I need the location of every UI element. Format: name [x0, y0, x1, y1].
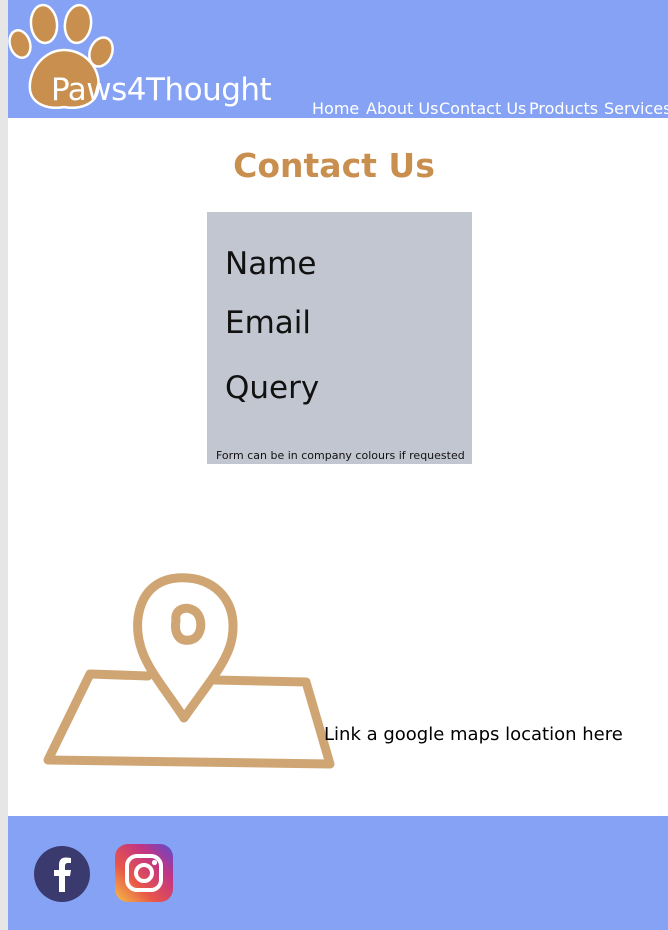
nav-about-us[interactable]: About Us — [366, 99, 438, 118]
instagram-icon[interactable] — [115, 844, 173, 902]
name-field[interactable]: Name — [225, 246, 316, 282]
site-footer — [8, 816, 668, 930]
contact-form: Name Email Query Form can be in company … — [207, 212, 472, 464]
nav-services[interactable]: Services — [604, 99, 668, 118]
nav-products[interactable]: Products — [529, 99, 598, 118]
email-field[interactable]: Email — [225, 305, 311, 341]
site-header: Paws4Thought Home About Us Contact Us Pr… — [8, 0, 668, 118]
brand-name[interactable]: Paws4Thought — [51, 72, 272, 108]
nav-home[interactable]: Home — [312, 99, 359, 118]
form-note: Form can be in company colours if reques… — [216, 449, 465, 462]
nav-contact-us[interactable]: Contact Us — [439, 99, 526, 118]
page-edge — [0, 0, 8, 930]
facebook-icon[interactable] — [34, 846, 90, 902]
query-field[interactable]: Query — [225, 370, 319, 406]
map-link-text[interactable]: Link a google maps location here — [324, 724, 623, 745]
map-pin-icon[interactable] — [38, 568, 348, 780]
page-title: Contact Us — [233, 146, 435, 185]
